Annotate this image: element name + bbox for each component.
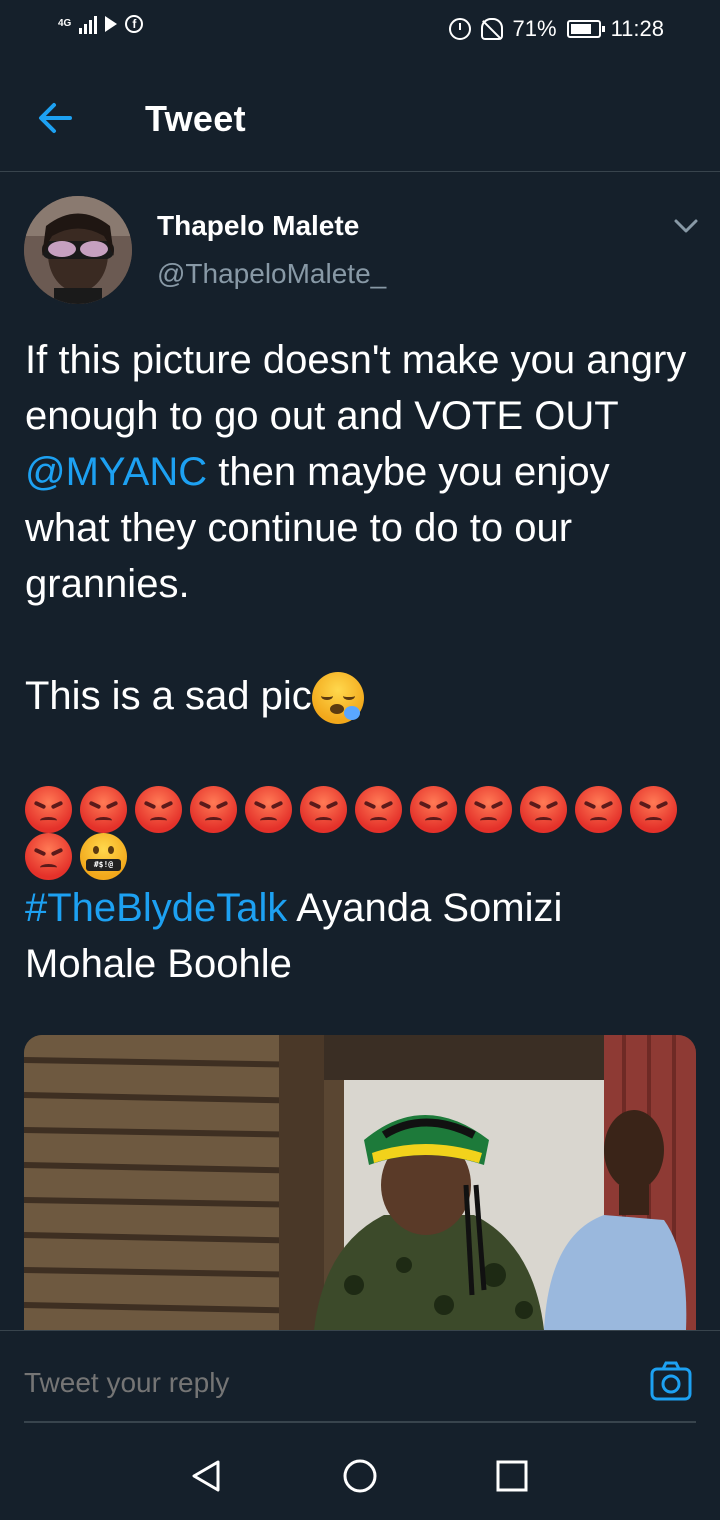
bell-off-icon	[480, 18, 503, 40]
angry-face-emoji	[300, 786, 347, 834]
angry-face-emoji	[630, 786, 677, 834]
status-right: 71% 11:28	[448, 16, 664, 42]
nav-back-button[interactable]	[188, 1458, 224, 1494]
status-left: 4G f	[58, 14, 144, 34]
tweet-paragraph-1: If this picture doesn't make you angry e…	[25, 332, 695, 612]
angry-face-emoji	[575, 786, 622, 834]
angry-face-emoji	[135, 786, 182, 834]
recents-square-icon	[496, 1460, 528, 1492]
chevron-down-icon	[674, 219, 698, 233]
angry-face-emoji	[25, 786, 72, 834]
arrow-left-icon	[39, 103, 72, 133]
hashtag-link[interactable]: #TheBlydeTalk	[25, 886, 287, 930]
author-name[interactable]: Thapelo Malete	[157, 210, 359, 242]
nav-home-button[interactable]	[342, 1458, 378, 1494]
camera-icon	[650, 1361, 692, 1401]
angry-face-emoji	[190, 786, 237, 834]
reply-bar	[0, 1330, 720, 1430]
mention-link[interactable]: @MYANC	[25, 450, 207, 494]
network-type: 4G	[58, 18, 72, 29]
alarm-icon	[448, 18, 471, 40]
avatar[interactable]	[24, 196, 132, 304]
emoji-row: #$!@	[25, 786, 695, 881]
tweet-photo[interactable]	[24, 1035, 696, 1330]
tweet-text-part: This is a sad pic	[25, 674, 312, 718]
avatar-image	[24, 196, 132, 304]
home-circle-icon	[343, 1459, 377, 1493]
angry-face-emoji	[245, 786, 292, 834]
tweet-paragraph-2: This is a sad pic	[25, 668, 695, 725]
angry-face-emoji	[465, 786, 512, 834]
nav-recents-button[interactable]	[494, 1458, 530, 1494]
sleepy-face-emoji	[311, 672, 364, 725]
angry-face-emoji	[410, 786, 457, 834]
battery-icon	[566, 20, 605, 38]
play-store-icon	[105, 16, 118, 32]
angry-face-emoji	[80, 786, 127, 834]
camera-button[interactable]	[650, 1361, 692, 1401]
reply-underline	[24, 1421, 696, 1423]
author-handle[interactable]: @ThapeloMalete_	[157, 258, 386, 290]
tweet-text-part: If this picture doesn't make you angry e…	[25, 338, 687, 438]
angry-face-emoji	[355, 786, 402, 834]
tweet-photo-image	[24, 1035, 696, 1330]
reply-input[interactable]	[24, 1345, 624, 1421]
tweet-header: Tweet	[0, 60, 720, 172]
back-button[interactable]	[34, 96, 78, 140]
battery-percent: 71%	[512, 16, 557, 41]
tweet-paragraph-3: #TheBlydeTalk Ayanda Somizi Mohale Boohl…	[25, 880, 695, 992]
signal-icon	[79, 14, 98, 34]
face-with-symbols-on-mouth-emoji: #$!@	[80, 833, 127, 881]
page-title: Tweet	[145, 98, 246, 139]
back-triangle-icon	[192, 1460, 220, 1492]
cursing-symbols: #$!@	[86, 859, 121, 872]
angry-face-emoji	[520, 786, 567, 834]
clock: 11:28	[610, 16, 664, 41]
system-nav-bar	[0, 1430, 720, 1520]
tweet-options-button[interactable]	[668, 212, 704, 240]
tweet-text: If this picture doesn't make you angry e…	[25, 332, 695, 992]
facebook-icon: f	[125, 15, 144, 33]
angry-face-emoji	[25, 833, 72, 881]
status-bar: 4G f 71% 11:28	[0, 0, 720, 60]
